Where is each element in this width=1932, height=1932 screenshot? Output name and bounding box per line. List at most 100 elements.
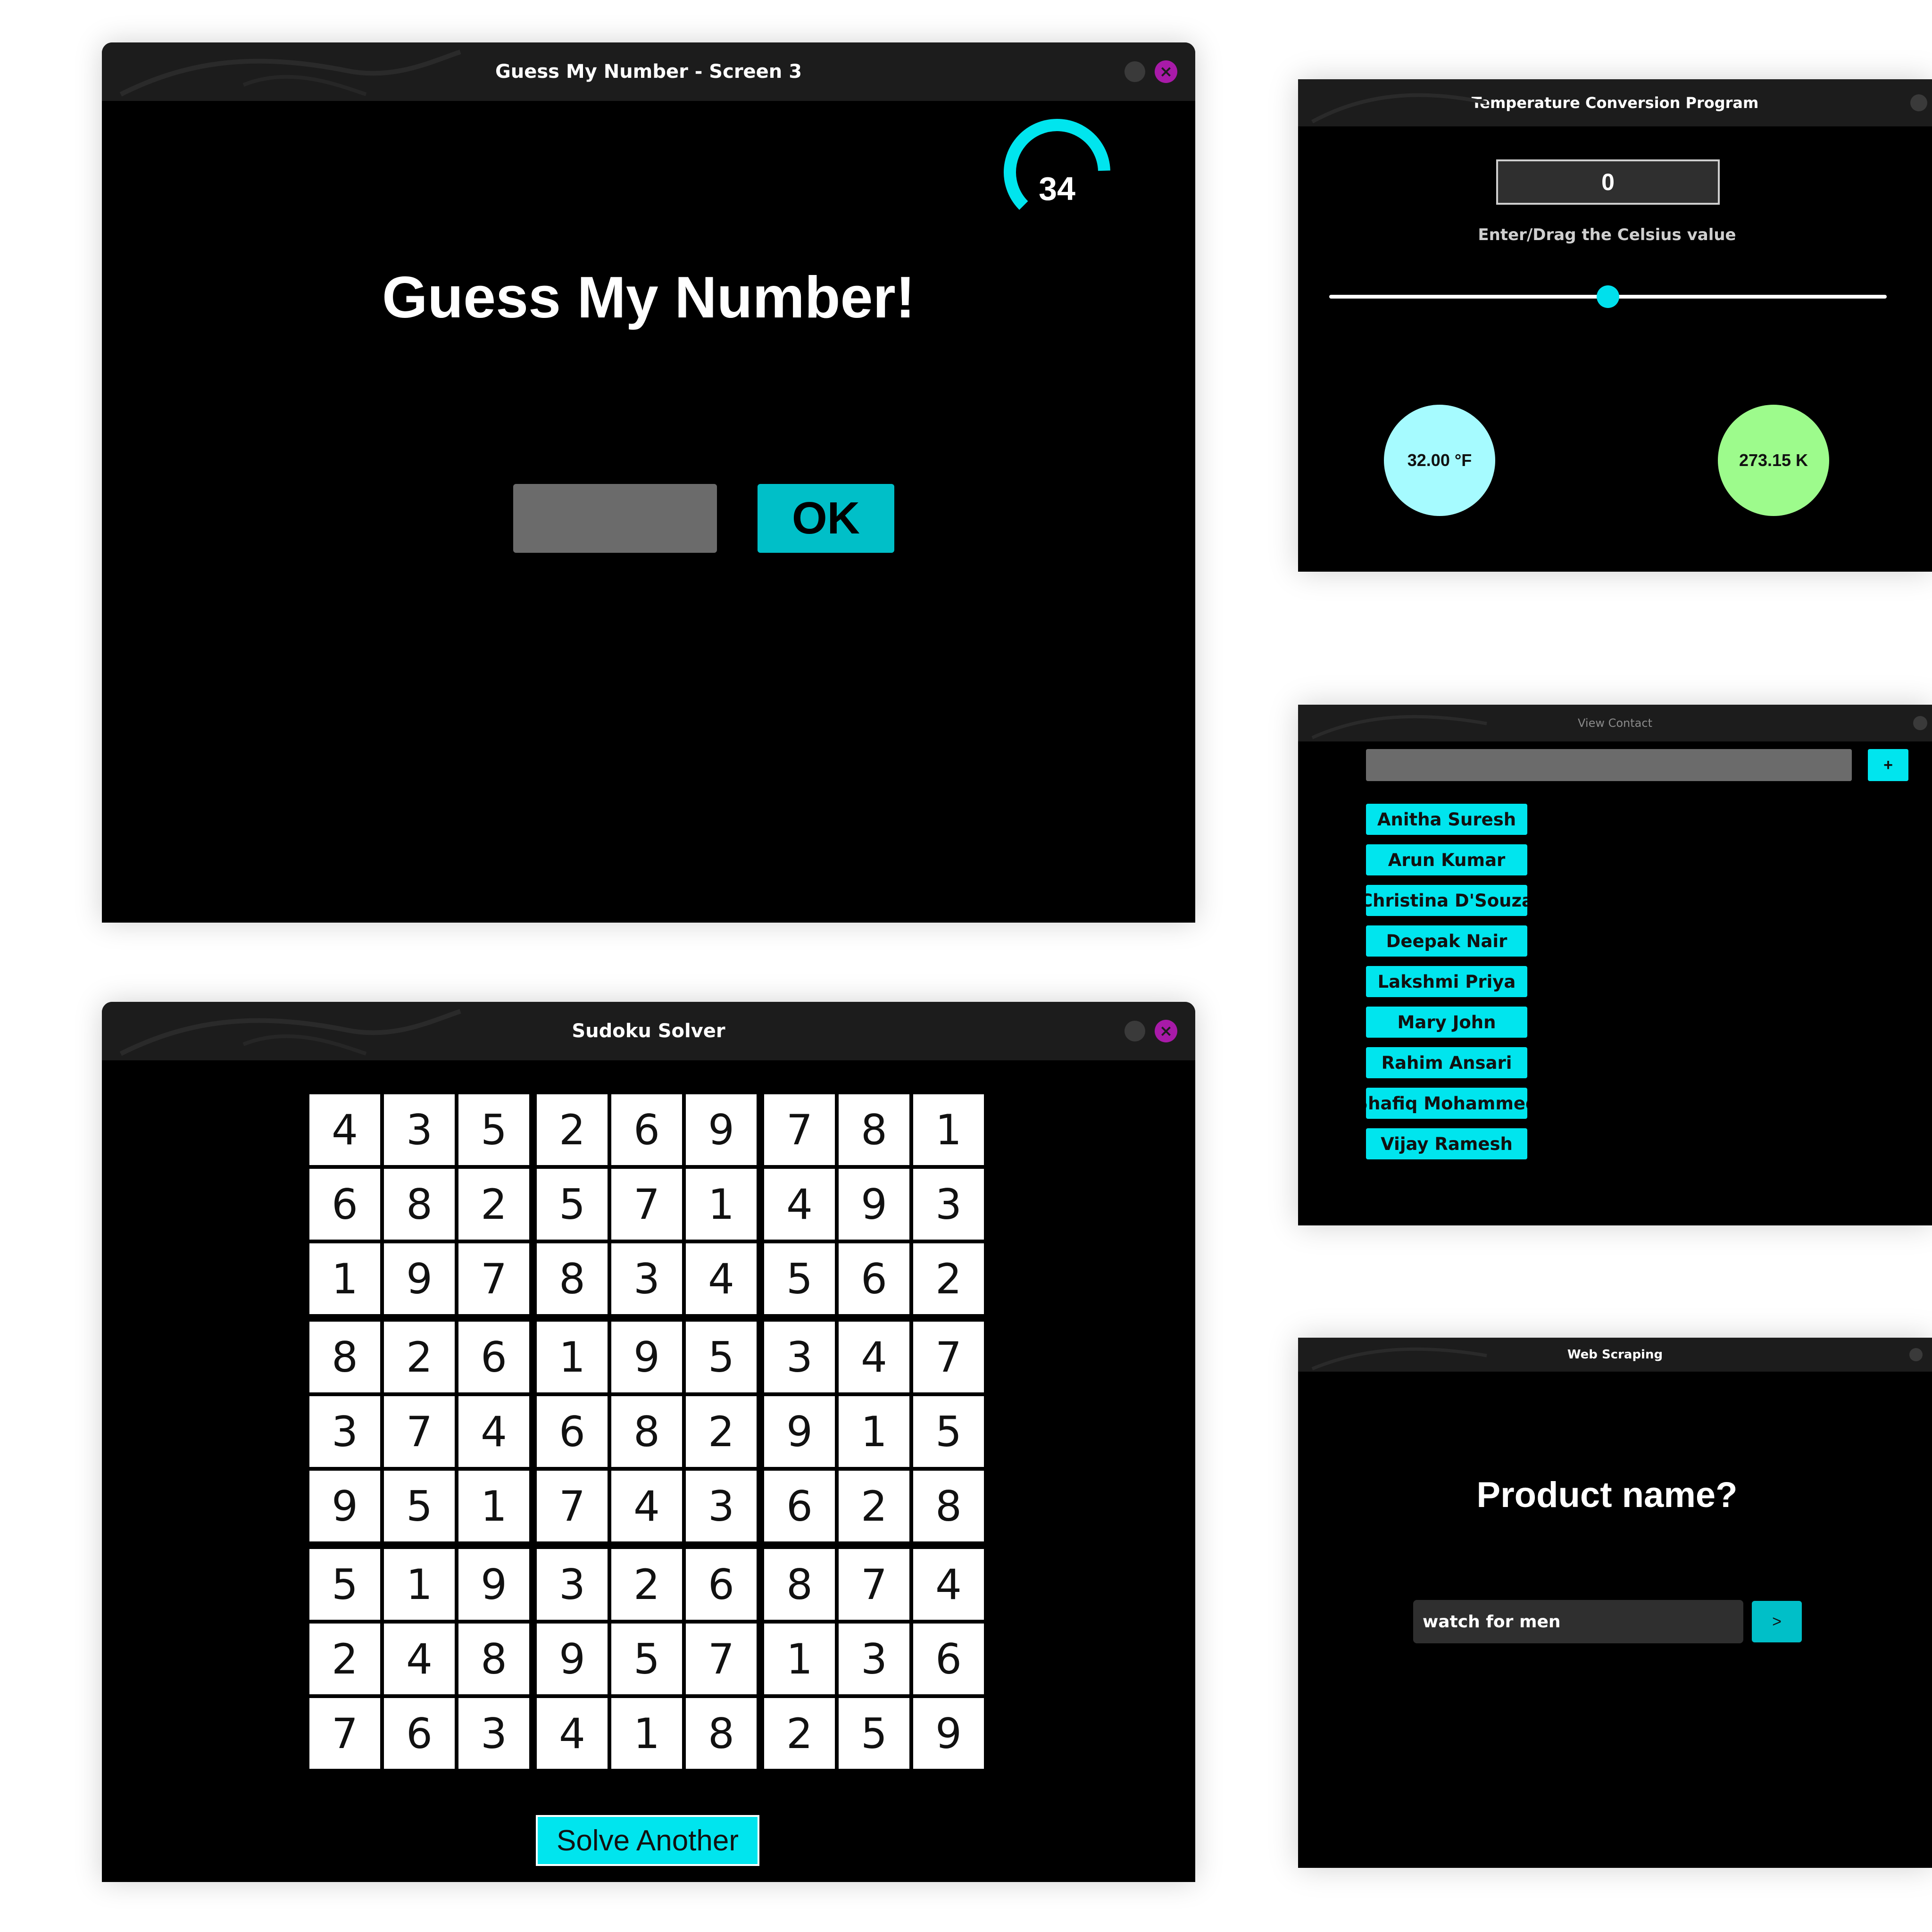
sudoku-cell[interactable]: 3 <box>913 1169 984 1240</box>
contact-item[interactable]: Lakshmi Priya <box>1366 966 1527 997</box>
sudoku-cell[interactable]: 5 <box>309 1549 380 1620</box>
sudoku-cell[interactable]: 9 <box>611 1322 682 1392</box>
contact-search-input[interactable] <box>1366 749 1852 781</box>
contact-item[interactable]: Anitha Suresh <box>1366 804 1527 835</box>
contact-item[interactable]: Rahim Ansari <box>1366 1047 1527 1078</box>
sudoku-cell[interactable]: 1 <box>611 1698 682 1769</box>
sudoku-cell[interactable]: 6 <box>309 1169 380 1240</box>
sudoku-cell[interactable]: 1 <box>686 1169 757 1240</box>
sudoku-cell[interactable]: 8 <box>913 1471 984 1541</box>
sudoku-cell[interactable]: 9 <box>764 1396 835 1467</box>
sudoku-cell[interactable]: 6 <box>839 1243 909 1314</box>
sudoku-cell[interactable]: 4 <box>764 1169 835 1240</box>
sudoku-cell[interactable]: 1 <box>458 1471 529 1541</box>
sudoku-cell[interactable]: 7 <box>839 1549 909 1620</box>
sudoku-cell[interactable]: 6 <box>611 1094 682 1165</box>
sudoku-cell[interactable]: 3 <box>384 1094 455 1165</box>
sudoku-cell[interactable]: 2 <box>839 1471 909 1541</box>
sudoku-cell[interactable]: 8 <box>384 1169 455 1240</box>
sudoku-cell[interactable]: 6 <box>458 1322 529 1392</box>
sudoku-cell[interactable]: 2 <box>458 1169 529 1240</box>
sudoku-cell[interactable]: 9 <box>537 1624 608 1694</box>
sudoku-cell[interactable]: 9 <box>686 1094 757 1165</box>
solve-another-button[interactable]: Solve Another <box>536 1815 759 1866</box>
sudoku-cell[interactable]: 2 <box>537 1094 608 1165</box>
close-icon[interactable]: × <box>1155 60 1177 83</box>
sudoku-cell[interactable]: 1 <box>537 1322 608 1392</box>
contact-item[interactable]: Shafiq Mohammed <box>1366 1088 1527 1119</box>
sudoku-cell[interactable]: 6 <box>384 1698 455 1769</box>
minimize-icon[interactable] <box>1913 716 1927 730</box>
minimize-icon[interactable] <box>1910 94 1927 111</box>
sudoku-cell[interactable]: 8 <box>309 1322 380 1392</box>
sudoku-cell[interactable]: 4 <box>913 1549 984 1620</box>
sudoku-cell[interactable]: 1 <box>839 1396 909 1467</box>
product-name-input[interactable]: watch for men <box>1413 1600 1743 1643</box>
sudoku-cell[interactable]: 5 <box>839 1698 909 1769</box>
sudoku-cell[interactable]: 1 <box>913 1094 984 1165</box>
sudoku-cell[interactable]: 3 <box>458 1698 529 1769</box>
sudoku-cell[interactable]: 8 <box>686 1698 757 1769</box>
contact-item[interactable]: Christina D'Souza <box>1366 885 1527 916</box>
sudoku-cell[interactable]: 5 <box>384 1471 455 1541</box>
sudoku-cell[interactable]: 5 <box>764 1243 835 1314</box>
sudoku-cell[interactable]: 3 <box>537 1549 608 1620</box>
minimize-icon[interactable] <box>1124 61 1145 82</box>
ok-button[interactable]: OK <box>758 484 894 553</box>
contact-item[interactable]: Vijay Ramesh <box>1366 1128 1527 1159</box>
contact-item[interactable]: Mary John <box>1366 1007 1527 1038</box>
sudoku-cell[interactable]: 7 <box>686 1624 757 1694</box>
sudoku-cell[interactable]: 4 <box>611 1471 682 1541</box>
sudoku-cell[interactable]: 4 <box>309 1094 380 1165</box>
sudoku-cell[interactable]: 5 <box>686 1322 757 1392</box>
celsius-slider-thumb[interactable] <box>1597 285 1619 308</box>
sudoku-cell[interactable]: 7 <box>611 1169 682 1240</box>
sudoku-cell[interactable]: 3 <box>686 1471 757 1541</box>
sudoku-cell[interactable]: 8 <box>839 1094 909 1165</box>
sudoku-cell[interactable]: 4 <box>384 1624 455 1694</box>
sudoku-cell[interactable]: 9 <box>839 1169 909 1240</box>
title-bar[interactable]: Web Scraping <box>1298 1338 1932 1372</box>
sudoku-cell[interactable]: 7 <box>537 1471 608 1541</box>
sudoku-cell[interactable]: 3 <box>309 1396 380 1467</box>
sudoku-cell[interactable]: 9 <box>384 1243 455 1314</box>
sudoku-cell[interactable]: 9 <box>913 1698 984 1769</box>
sudoku-cell[interactable]: 4 <box>839 1322 909 1392</box>
sudoku-cell[interactable]: 7 <box>458 1243 529 1314</box>
guess-input[interactable] <box>513 484 717 553</box>
sudoku-cell[interactable]: 8 <box>764 1549 835 1620</box>
minimize-icon[interactable] <box>1909 1348 1923 1361</box>
close-icon[interactable]: × <box>1155 1020 1177 1042</box>
sudoku-cell[interactable]: 6 <box>537 1396 608 1467</box>
sudoku-cell[interactable]: 7 <box>384 1396 455 1467</box>
sudoku-cell[interactable]: 7 <box>913 1322 984 1392</box>
sudoku-cell[interactable]: 2 <box>384 1322 455 1392</box>
sudoku-cell[interactable]: 6 <box>913 1624 984 1694</box>
sudoku-cell[interactable]: 4 <box>458 1396 529 1467</box>
sudoku-cell[interactable]: 2 <box>686 1396 757 1467</box>
sudoku-cell[interactable]: 1 <box>384 1549 455 1620</box>
contact-item[interactable]: Deepak Nair <box>1366 925 1527 957</box>
sudoku-cell[interactable]: 8 <box>537 1243 608 1314</box>
contact-item[interactable]: Arun Kumar <box>1366 844 1527 875</box>
sudoku-cell[interactable]: 1 <box>309 1243 380 1314</box>
title-bar[interactable]: Guess My Number - Screen 3 × <box>102 42 1195 101</box>
minimize-icon[interactable] <box>1124 1021 1145 1041</box>
add-contact-button[interactable]: + <box>1868 749 1908 781</box>
sudoku-cell[interactable]: 4 <box>537 1698 608 1769</box>
sudoku-cell[interactable]: 2 <box>309 1624 380 1694</box>
sudoku-cell[interactable]: 9 <box>458 1549 529 1620</box>
title-bar[interactable]: Sudoku Solver × <box>102 1002 1195 1060</box>
sudoku-cell[interactable]: 8 <box>458 1624 529 1694</box>
sudoku-cell[interactable]: 7 <box>309 1698 380 1769</box>
sudoku-cell[interactable]: 5 <box>611 1624 682 1694</box>
sudoku-cell[interactable]: 5 <box>458 1094 529 1165</box>
sudoku-cell[interactable]: 2 <box>764 1698 835 1769</box>
sudoku-cell[interactable]: 7 <box>764 1094 835 1165</box>
sudoku-cell[interactable]: 3 <box>839 1624 909 1694</box>
sudoku-cell[interactable]: 2 <box>611 1549 682 1620</box>
submit-button[interactable]: > <box>1752 1601 1802 1642</box>
sudoku-cell[interactable]: 8 <box>611 1396 682 1467</box>
sudoku-cell[interactable]: 3 <box>611 1243 682 1314</box>
title-bar[interactable]: View Contact <box>1298 705 1932 741</box>
